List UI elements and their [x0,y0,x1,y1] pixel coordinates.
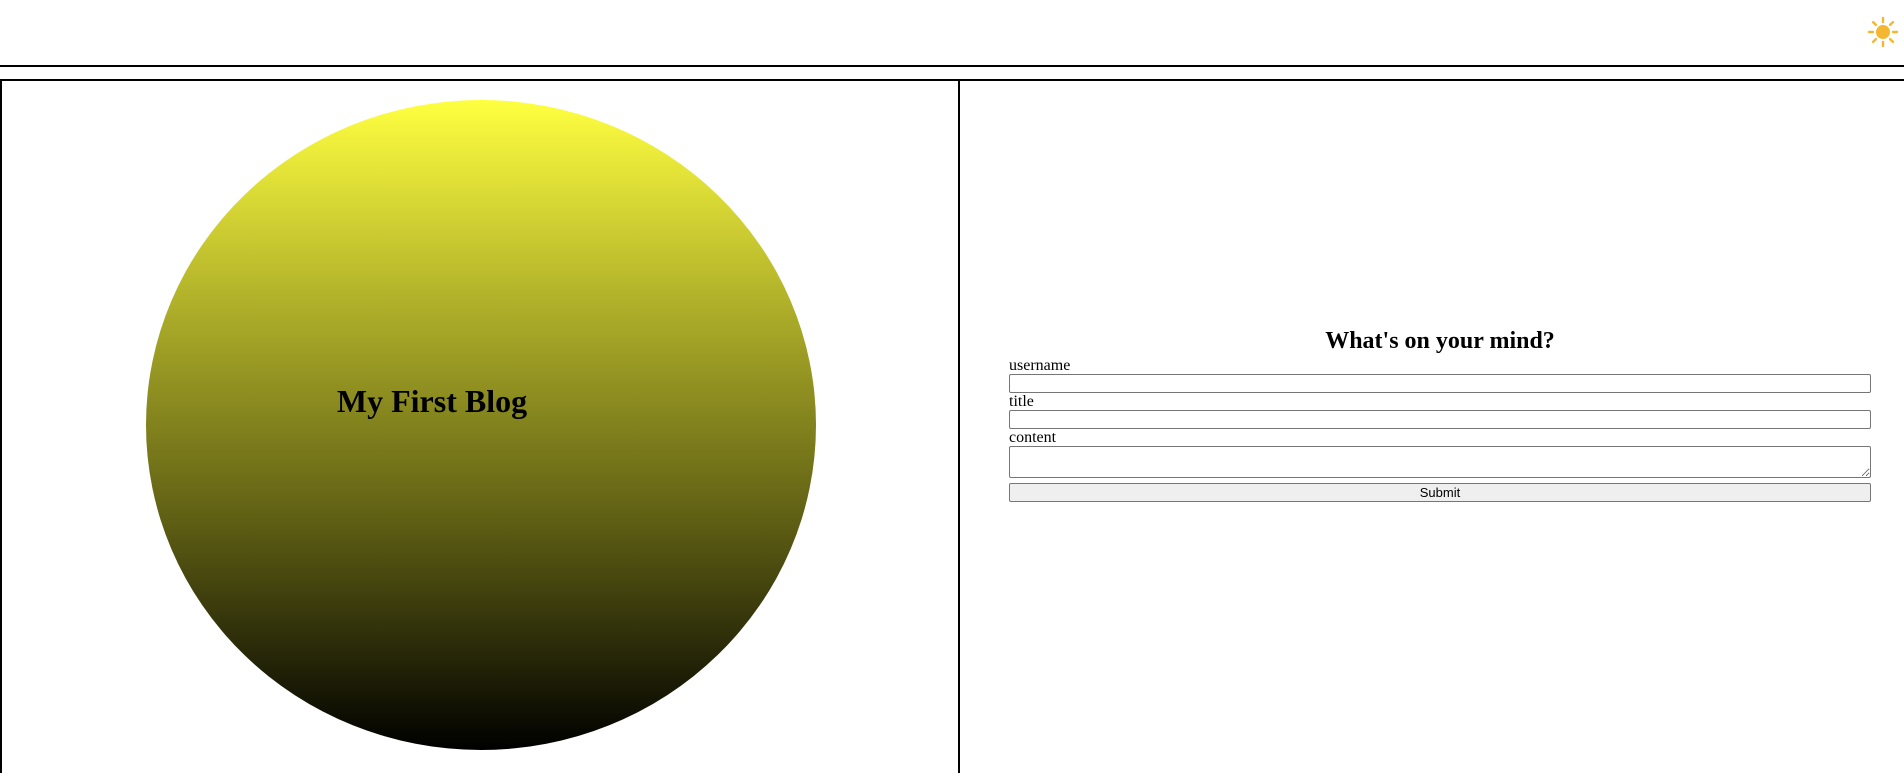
submit-button[interactable]: Submit [1009,483,1871,502]
title-input[interactable] [1009,410,1871,429]
blog-hero-panel: My First Blog [0,81,960,773]
username-label: username [1009,357,1071,374]
gradient-circle [146,100,816,750]
post-form-panel: What's on your mind? username title cont… [960,81,1904,773]
theme-toggle-button[interactable] [1866,15,1900,49]
post-form: What's on your mind? username title cont… [1009,327,1871,502]
form-heading: What's on your mind? [1325,328,1555,354]
content-textarea[interactable] [1009,446,1871,478]
main-content: My First Blog What's on your mind? usern… [0,79,1904,773]
content-label: content [1009,429,1057,446]
title-label: title [1009,393,1034,410]
username-input[interactable] [1009,374,1871,393]
top-bar [0,0,1904,67]
blog-title: My First Blog [336,383,528,419]
sun-icon [1867,16,1899,48]
